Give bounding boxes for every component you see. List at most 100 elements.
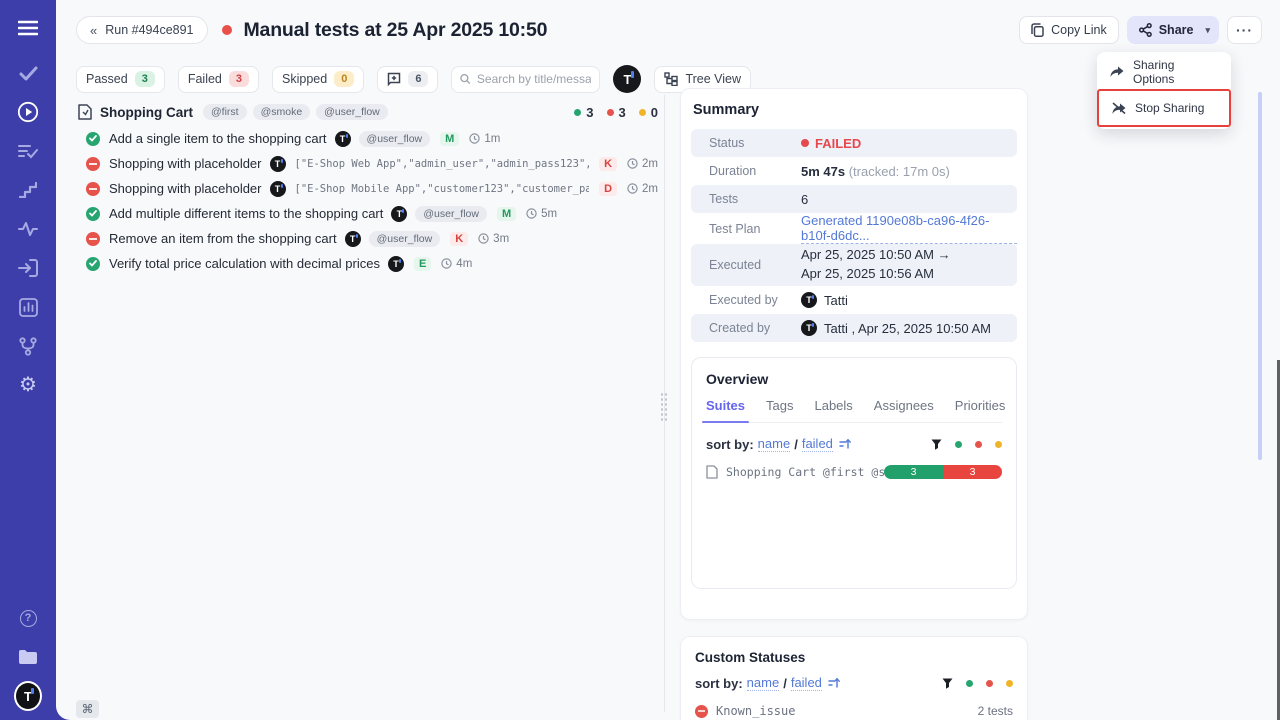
- tag[interactable]: @user_flow: [369, 231, 441, 247]
- copy-link-label: Copy Link: [1051, 23, 1107, 37]
- summary-row-duration: Duration 5m 47s (tracked: 17m 0s): [691, 157, 1017, 185]
- legend-skipped-dot[interactable]: [1006, 680, 1013, 687]
- search-box: [451, 66, 600, 93]
- runs-play-icon[interactable]: [16, 100, 40, 124]
- panel-resize-handle[interactable]: [660, 392, 669, 422]
- tag[interactable]: @user_flow: [359, 131, 431, 147]
- back-to-run-button[interactable]: « Run #494ce891: [76, 16, 208, 44]
- share-icon: [1139, 23, 1152, 37]
- overview-section: Overview Suites Tags Labels Assignees Pr…: [691, 357, 1017, 589]
- test-duration: 4m: [441, 258, 472, 270]
- tab-priorities[interactable]: Priorities: [955, 398, 1006, 413]
- sort-direction-icon[interactable]: [828, 677, 840, 689]
- tab-assignees[interactable]: Assignees: [874, 398, 934, 413]
- legend-passed-dot[interactable]: [955, 441, 962, 448]
- summary-card: Summary Status FAILED Duration 5m 47s (t…: [680, 88, 1028, 620]
- filter-funnel-icon[interactable]: [942, 678, 953, 689]
- duration-value: 5m 47s (tracked: 17m 0s): [801, 164, 950, 179]
- custom-statuses-sort-row: sort by: name / failed: [695, 675, 1013, 691]
- sort-by-failed-link[interactable]: failed: [791, 675, 822, 691]
- tab-labels[interactable]: Labels: [814, 398, 852, 413]
- test-row[interactable]: Shopping with placeholder T ["E-Shop Web…: [70, 151, 658, 176]
- tests-check-icon[interactable]: [16, 61, 40, 85]
- status-letter-badge: M: [497, 207, 516, 221]
- command-shortcut-key[interactable]: ⌘: [76, 700, 99, 718]
- sort-by-name-link[interactable]: name: [747, 675, 780, 691]
- branches-icon[interactable]: [16, 334, 40, 358]
- projects-folder-icon[interactable]: [16, 645, 40, 669]
- tag[interactable]: @user_flow: [415, 206, 487, 222]
- sort-by-name-link[interactable]: name: [758, 436, 791, 452]
- filter-skipped-button[interactable]: Skipped 0: [272, 66, 364, 93]
- tab-suites[interactable]: Suites: [706, 398, 745, 413]
- settings-gear-icon[interactable]: ⚙: [16, 373, 40, 397]
- search-input[interactable]: [477, 72, 592, 86]
- status-legend: [931, 439, 1002, 450]
- tab-tags[interactable]: Tags: [766, 398, 793, 413]
- test-row[interactable]: Remove an item from the shopping cart T …: [70, 226, 658, 251]
- help-icon[interactable]: ?: [16, 606, 40, 630]
- steps-icon[interactable]: [16, 178, 40, 202]
- test-list: Shopping Cart @first @smoke @user_flow 3…: [70, 100, 658, 276]
- tag[interactable]: @user_flow: [316, 104, 388, 120]
- test-plans-icon[interactable]: [16, 139, 40, 163]
- stop-sharing-icon: [1112, 102, 1126, 115]
- row-label: Created by: [691, 321, 801, 335]
- assignee-avatar: T: [388, 256, 404, 272]
- share-menu: Sharing Options Stop Sharing: [1097, 52, 1231, 129]
- right-panel-scrollbar[interactable]: [1258, 92, 1262, 460]
- pulse-icon[interactable]: [16, 217, 40, 241]
- failed-count-badge: 3: [229, 71, 249, 87]
- skipped-dot: [639, 109, 646, 116]
- menu-icon[interactable]: [16, 16, 40, 40]
- test-plan-link[interactable]: Generated 1190e08b-ca96-4f26-b10f-d6dc..…: [801, 213, 1017, 244]
- chevron-down-icon[interactable]: ▾: [1205, 25, 1210, 36]
- user-avatar: T: [801, 292, 817, 308]
- tree-view-label: Tree View: [685, 72, 741, 86]
- passed-check-icon: [86, 207, 100, 221]
- summary-row-executed: Executed Apr 25, 2025 10:50 AM → Apr 25,…: [691, 244, 1017, 286]
- test-row[interactable]: Shopping with placeholder T ["E-Shop Mob…: [70, 176, 658, 201]
- copy-link-button[interactable]: Copy Link: [1019, 16, 1119, 44]
- brand-logo[interactable]: T: [16, 684, 40, 708]
- comment-plus-icon: [387, 72, 401, 86]
- overview-suite-row[interactable]: Shopping Cart @first @smoke … 3 3: [706, 465, 1002, 479]
- user-avatar[interactable]: T: [613, 65, 641, 93]
- reports-icon[interactable]: [16, 295, 40, 319]
- run-status-dot: [222, 25, 232, 35]
- clock-icon: [469, 133, 480, 144]
- tag[interactable]: @smoke: [253, 104, 311, 120]
- comments-count-badge: 6: [408, 71, 428, 87]
- failed-dot: [801, 139, 809, 147]
- copy-icon: [1031, 23, 1044, 37]
- filter-passed-button[interactable]: Passed 3: [76, 66, 165, 93]
- menu-item-stop-sharing[interactable]: Stop Sharing: [1097, 89, 1231, 127]
- custom-status-row[interactable]: Known_issue 2 tests: [695, 704, 1013, 718]
- test-duration: 5m: [526, 208, 557, 220]
- test-row[interactable]: Add a single item to the shopping cart T…: [70, 126, 658, 151]
- legend-skipped-dot[interactable]: [995, 441, 1002, 448]
- failed-count: 3: [607, 105, 626, 120]
- page-title: Manual tests at 25 Apr 2025 10:50: [244, 19, 548, 42]
- legend-passed-dot[interactable]: [966, 680, 973, 687]
- passed-check-icon: [86, 257, 100, 271]
- filter-failed-button[interactable]: Failed 3: [178, 66, 259, 93]
- sort-separator: /: [783, 676, 787, 691]
- menu-item-sharing-options[interactable]: Sharing Options: [1097, 54, 1231, 89]
- sort-direction-icon[interactable]: [839, 438, 851, 450]
- comments-filter-button[interactable]: 6: [377, 66, 438, 93]
- legend-failed-dot[interactable]: [975, 441, 982, 448]
- test-row[interactable]: Add multiple different items to the shop…: [70, 201, 658, 226]
- passed-label: Passed: [86, 72, 128, 86]
- share-button[interactable]: Share ▾: [1127, 16, 1219, 44]
- suite-row[interactable]: Shopping Cart @first @smoke @user_flow 3…: [70, 100, 658, 124]
- filter-funnel-icon[interactable]: [931, 439, 942, 450]
- suite-counts: 3 3 0: [574, 105, 658, 120]
- legend-failed-dot[interactable]: [986, 680, 993, 687]
- more-actions-button[interactable]: ···: [1227, 16, 1262, 44]
- test-row[interactable]: Verify total price calculation with deci…: [70, 251, 658, 276]
- tag[interactable]: @first: [203, 104, 247, 120]
- sort-by-failed-link[interactable]: failed: [802, 436, 833, 452]
- import-icon[interactable]: [16, 256, 40, 280]
- passed-dot: [574, 109, 581, 116]
